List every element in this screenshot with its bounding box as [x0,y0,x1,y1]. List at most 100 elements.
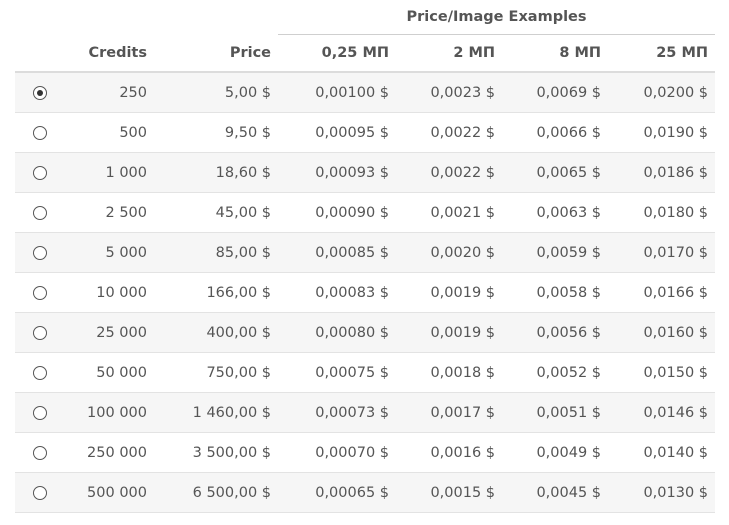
price-025mp-cell: 0,00090 $ [278,192,397,233]
mp025-column-header: 0,25 МП [278,34,397,73]
table-row[interactable]: 500 9,50 $0,00095 $0,0022 $0,0066 $0,0190… [15,112,716,153]
price-cell: 9,50 $ [154,112,279,153]
credits-cell: 50 000 [65,352,154,393]
price-8mp-cell: 0,0056 $ [502,312,609,353]
price-25mp-cell: 0,0200 $ [608,72,716,113]
price-2mp-cell: 0,0015 $ [396,472,503,513]
radio-cell[interactable] [15,232,65,273]
price-8mp-cell: 0,0051 $ [502,392,609,433]
group-header-spacer [15,0,278,35]
column-header-row: Credits Price 0,25 МП 2 МП 8 МП 25 МП [15,34,716,73]
radio-cell[interactable] [15,392,65,433]
price-025mp-cell: 0,00065 $ [278,472,397,513]
price-8mp-cell: 0,0066 $ [502,112,609,153]
price-8mp-cell: 0,0049 $ [502,432,609,473]
price-2mp-cell: 0,0022 $ [396,112,503,153]
credits-cell: 250 [65,72,154,113]
radio-cell[interactable] [15,112,65,153]
credits-cell: 500 000 [65,472,154,513]
price-cell: 3 500,00 $ [154,432,279,473]
table-row[interactable]: 25 000 400,00 $0,00080 $0,0019 $0,0056 $0… [15,312,716,353]
mp2-column-header: 2 МП [396,34,503,73]
price-cell: 85,00 $ [154,232,279,273]
radio-cell[interactable] [15,192,65,233]
radio-cell[interactable] [15,432,65,473]
price-2mp-cell: 0,0023 $ [396,72,503,113]
group-header-row: Price/Image Examples [15,0,716,35]
plan-radio-button[interactable] [33,165,47,180]
price-8mp-cell: 0,0045 $ [502,472,609,513]
credits-column-header: Credits [65,34,154,73]
price-025mp-cell: 0,00080 $ [278,312,397,353]
plan-radio-button[interactable] [33,205,47,220]
price-cell: 166,00 $ [154,272,279,313]
credits-cell: 1 000 [65,152,154,193]
plan-radio-button[interactable] [33,485,47,500]
price-25mp-cell: 0,0140 $ [608,432,716,473]
plan-radio-button[interactable] [33,85,47,100]
table-row[interactable]: 2 500 45,00 $0,00090 $0,0021 $0,0063 $0,0… [15,192,716,233]
plan-radio-button[interactable] [33,125,47,140]
table-row[interactable]: 1 000 18,60 $0,00093 $0,0022 $0,0065 $0,0… [15,152,716,193]
price-per-image-group-header: Price/Image Examples [278,0,716,35]
table-row[interactable]: 250 5,00 $0,00100 $0,0023 $0,0069 $0,0200… [15,72,716,113]
table-row[interactable]: 100 000 1 460,00 $0,00073 $0,0017 $0,0051… [15,392,716,433]
table-row[interactable]: 5 000 85,00 $0,00085 $0,0020 $0,0059 $0,0… [15,232,716,273]
price-8mp-cell: 0,0065 $ [502,152,609,193]
price-8mp-cell: 0,0063 $ [502,192,609,233]
price-25mp-cell: 0,0190 $ [608,112,716,153]
price-025mp-cell: 0,00075 $ [278,352,397,393]
radio-column-header [15,34,65,73]
credits-cell: 10 000 [65,272,154,313]
price-cell: 6 500,00 $ [154,472,279,513]
pricing-table: Price/Image Examples Credits Price 0,25 … [15,0,716,513]
radio-cell[interactable] [15,472,65,513]
price-2mp-cell: 0,0019 $ [396,312,503,353]
plan-radio-button[interactable] [33,285,47,300]
pricing-table-container: Price/Image Examples Credits Price 0,25 … [15,0,716,513]
price-25mp-cell: 0,0150 $ [608,352,716,393]
price-cell: 1 460,00 $ [154,392,279,433]
radio-cell[interactable] [15,272,65,313]
plan-radio-button[interactable] [33,445,47,460]
radio-cell[interactable] [15,352,65,393]
radio-cell[interactable] [15,312,65,353]
price-8mp-cell: 0,0052 $ [502,352,609,393]
price-025mp-cell: 0,00085 $ [278,232,397,273]
table-row[interactable]: 250 000 3 500,00 $0,00070 $0,0016 $0,0049… [15,432,716,473]
price-8mp-cell: 0,0059 $ [502,232,609,273]
table-row[interactable]: 50 000 750,00 $0,00075 $0,0018 $0,0052 $0… [15,352,716,393]
price-25mp-cell: 0,0170 $ [608,232,716,273]
pricing-table-body: 250 5,00 $0,00100 $0,0023 $0,0069 $0,0200… [15,72,716,513]
price-25mp-cell: 0,0130 $ [608,472,716,513]
price-025mp-cell: 0,00073 $ [278,392,397,433]
table-row[interactable]: 500 000 6 500,00 $0,00065 $0,0015 $0,0045… [15,472,716,513]
price-025mp-cell: 0,00100 $ [278,72,397,113]
plan-radio-button[interactable] [33,365,47,380]
mp25-column-header: 25 МП [608,34,716,73]
price-cell: 400,00 $ [154,312,279,353]
mp8-column-header: 8 МП [502,34,609,73]
plan-radio-button[interactable] [33,325,47,340]
price-2mp-cell: 0,0018 $ [396,352,503,393]
price-025mp-cell: 0,00083 $ [278,272,397,313]
price-cell: 750,00 $ [154,352,279,393]
plan-radio-button[interactable] [33,405,47,420]
price-025mp-cell: 0,00095 $ [278,112,397,153]
plan-radio-button[interactable] [33,245,47,260]
price-25mp-cell: 0,0180 $ [608,192,716,233]
credits-cell: 2 500 [65,192,154,233]
radio-cell[interactable] [15,72,65,113]
table-row[interactable]: 10 000 166,00 $0,00083 $0,0019 $0,0058 $0… [15,272,716,313]
price-025mp-cell: 0,00093 $ [278,152,397,193]
price-25mp-cell: 0,0146 $ [608,392,716,433]
credits-cell: 250 000 [65,432,154,473]
price-2mp-cell: 0,0017 $ [396,392,503,433]
price-2mp-cell: 0,0019 $ [396,272,503,313]
credits-cell: 5 000 [65,232,154,273]
radio-cell[interactable] [15,152,65,193]
price-025mp-cell: 0,00070 $ [278,432,397,473]
price-2mp-cell: 0,0020 $ [396,232,503,273]
price-25mp-cell: 0,0166 $ [608,272,716,313]
price-25mp-cell: 0,0160 $ [608,312,716,353]
